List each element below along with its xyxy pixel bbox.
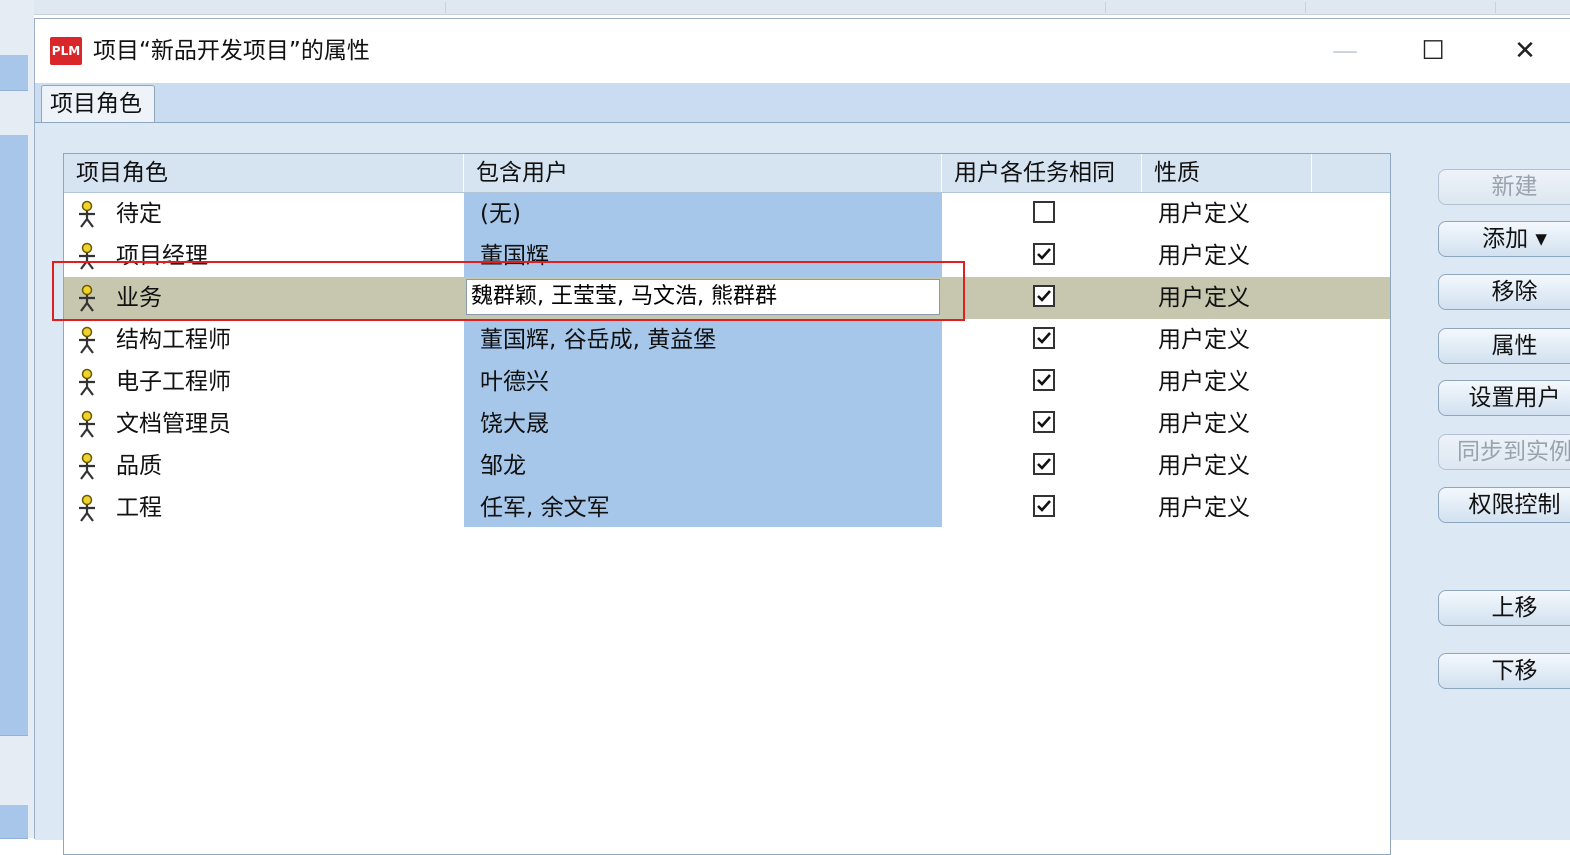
checkmark-icon: [1037, 458, 1051, 470]
role-nature: 用户定义: [1158, 495, 1250, 521]
permission-control-button[interactable]: 权限控制: [1438, 487, 1570, 523]
new-button[interactable]: 新建: [1438, 169, 1570, 205]
checkmark-icon: [1037, 374, 1051, 386]
set-users-button[interactable]: 设置用户: [1438, 380, 1570, 416]
role-nature: 用户定义: [1158, 201, 1250, 227]
title-bar[interactable]: PLM 项目“新品开发项目”的属性 — ☐ ✕: [35, 19, 1570, 83]
dialog-body: 项目角色 项目角色 包含用户 用户各任务相同 性质 待定 (无) 用户定义 项目经理董…: [35, 83, 1570, 855]
same-for-tasks-checkbox[interactable]: [1033, 327, 1055, 349]
same-for-tasks-checkbox[interactable]: [1033, 453, 1055, 475]
checkmark-icon: [1037, 500, 1051, 512]
role-name: 结构工程师: [116, 327, 231, 353]
move-up-button[interactable]: 上移: [1438, 590, 1570, 626]
table-header: 项目角色 包含用户 用户各任务相同 性质: [64, 154, 1390, 193]
same-for-tasks-checkbox[interactable]: [1033, 369, 1055, 391]
table-row[interactable]: 工程 任军, 余文军 用户定义: [64, 487, 1390, 529]
role-nature: 用户定义: [1158, 285, 1250, 311]
role-person-icon: [79, 410, 95, 438]
tab-panel: 项目角色 包含用户 用户各任务相同 性质 待定 (无) 用户定义 项目经理 董国辉 用户定…: [35, 122, 1570, 855]
add-button[interactable]: 添加 ▾: [1438, 221, 1570, 257]
checkmark-icon: [1037, 290, 1051, 302]
role-person-icon: [79, 326, 95, 354]
role-name: 工程: [116, 495, 162, 521]
role-name: 文档管理员: [116, 411, 231, 437]
same-for-tasks-checkbox[interactable]: [1033, 243, 1055, 265]
role-users: 叶德兴: [480, 369, 549, 395]
table-row[interactable]: 电子工程师 叶德兴 用户定义: [64, 361, 1390, 403]
role-nature: 用户定义: [1158, 243, 1250, 269]
role-name: 品质: [116, 453, 162, 479]
checkmark-icon: [1037, 248, 1051, 260]
remove-button[interactable]: 移除: [1438, 274, 1570, 310]
role-users: 任军, 余文军: [480, 495, 610, 521]
project-properties-dialog: PLM 项目“新品开发项目”的属性 — ☐ ✕ 项目角色 项目角色 包含用户 用…: [34, 18, 1570, 855]
column-header-nature[interactable]: 性质: [1142, 154, 1312, 192]
maximize-button[interactable]: ☐: [1403, 29, 1463, 73]
roles-table[interactable]: 项目角色 包含用户 用户各任务相同 性质 待定 (无) 用户定义 项目经理 董国辉 用户定…: [63, 153, 1391, 855]
role-name: 待定: [116, 201, 162, 227]
table-row[interactable]: 文档管理员 饶大晟 用户定义: [64, 403, 1390, 445]
role-person-icon: [79, 368, 95, 396]
role-users: 邹龙: [480, 453, 526, 479]
column-header-role[interactable]: 项目角色: [64, 154, 464, 192]
column-header-users[interactable]: 包含用户: [464, 154, 942, 192]
window-title: 项目“新品开发项目”的属性: [93, 38, 370, 64]
same-for-tasks-checkbox[interactable]: [1033, 285, 1055, 307]
role-person-icon: [79, 200, 95, 228]
same-for-tasks-checkbox[interactable]: [1033, 201, 1055, 223]
role-nature: 用户定义: [1158, 411, 1250, 437]
role-nature: 用户定义: [1158, 369, 1250, 395]
table-row[interactable]: 品质 邹龙 用户定义: [64, 445, 1390, 487]
role-person-icon: [79, 494, 95, 522]
move-down-button[interactable]: 下移: [1438, 653, 1570, 689]
tab-project-roles[interactable]: 项目角色: [41, 85, 155, 123]
sync-to-instance-button[interactable]: 同步到实例: [1438, 434, 1570, 470]
table-row[interactable]: 结构工程师 董国辉, 谷岳成, 黄益堡 用户定义: [64, 319, 1390, 361]
role-users: 饶大晟: [480, 411, 549, 437]
checkmark-icon: [1037, 416, 1051, 428]
role-nature: 用户定义: [1158, 327, 1250, 353]
checkmark-icon: [1037, 332, 1051, 344]
role-name: 电子工程师: [116, 369, 231, 395]
close-button[interactable]: ✕: [1495, 29, 1555, 73]
role-person-icon: [79, 452, 95, 480]
same-for-tasks-checkbox[interactable]: [1033, 411, 1055, 433]
table-row[interactable]: 待定 (无) 用户定义: [64, 193, 1390, 235]
role-users: 董国辉, 谷岳成, 黄益堡: [480, 327, 717, 353]
role-users: (无): [480, 201, 521, 227]
selected-row-highlight-box: [52, 261, 965, 321]
properties-button[interactable]: 属性: [1438, 328, 1570, 364]
minimize-button[interactable]: —: [1315, 29, 1375, 73]
column-header-same-for-tasks[interactable]: 用户各任务相同: [942, 154, 1142, 192]
background-window-list: [0, 0, 34, 839]
same-for-tasks-checkbox[interactable]: [1033, 495, 1055, 517]
role-nature: 用户定义: [1158, 453, 1250, 479]
plm-app-icon: PLM: [50, 37, 82, 65]
background-window-header: [0, 0, 1570, 15]
